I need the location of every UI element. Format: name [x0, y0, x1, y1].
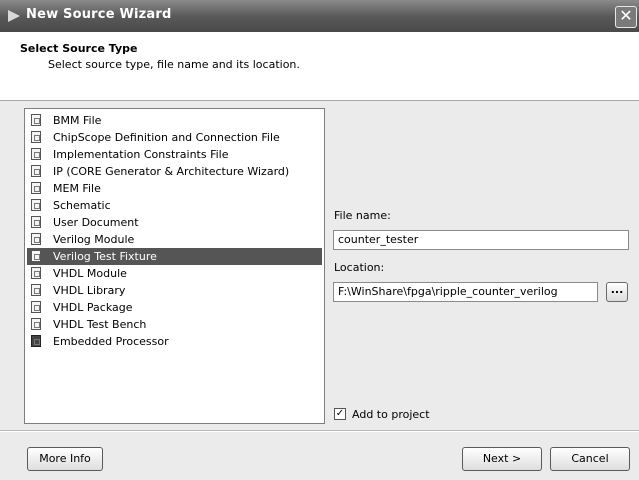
embedded-processor-icon — [31, 335, 41, 347]
next-button[interactable]: Next > — [462, 447, 542, 471]
wizard-header: Select Source Type Select source type, f… — [0, 32, 639, 101]
add-to-project-checkbox[interactable]: ✓ — [334, 408, 346, 420]
source-type-label: Implementation Constraints File — [53, 148, 229, 161]
verilog-test-fixture-icon — [31, 250, 41, 262]
source-type-label: Schematic — [53, 199, 111, 212]
source-type-label: VHDL Test Bench — [53, 318, 147, 331]
more-info-button[interactable]: More Info — [27, 447, 103, 471]
source-type-label: Embedded Processor — [53, 335, 169, 348]
chipscope-icon — [31, 131, 41, 143]
wizard-arrow-icon — [8, 10, 20, 22]
source-type-item[interactable]: VHDL Module — [27, 265, 322, 282]
source-type-label: VHDL Module — [53, 267, 127, 280]
source-type-item[interactable]: VHDL Test Bench — [27, 316, 322, 333]
source-type-label: User Document — [53, 216, 139, 229]
verilog-module-icon — [31, 233, 41, 245]
vhdl-library-icon — [31, 284, 41, 296]
source-type-label: Verilog Test Fixture — [53, 250, 157, 263]
source-type-list[interactable]: BMM File ChipScope Definition and Connect… — [24, 108, 325, 424]
schematic-icon — [31, 199, 41, 211]
location-input[interactable]: F:\WinShare\fpga\ripple_counter_verilog — [333, 282, 598, 302]
source-type-item[interactable]: User Document — [27, 214, 322, 231]
source-type-item[interactable]: VHDL Library — [27, 282, 322, 299]
file-name-input[interactable]: counter_tester — [333, 230, 629, 250]
close-button[interactable]: ✕ — [615, 6, 637, 28]
vhdl-test-bench-icon — [31, 318, 41, 330]
source-type-item[interactable]: Implementation Constraints File — [27, 146, 322, 163]
page-title: Select Source Type — [20, 42, 138, 55]
source-type-label: VHDL Library — [53, 284, 126, 297]
source-type-item[interactable]: MEM File — [27, 180, 322, 197]
new-source-wizard-dialog: New Source Wizard ✕ Select Source Type S… — [0, 0, 639, 480]
source-type-label: ChipScope Definition and Connection File — [53, 131, 280, 144]
source-type-item[interactable]: Schematic — [27, 197, 322, 214]
document-icon — [31, 216, 41, 228]
source-type-item[interactable]: VHDL Package — [27, 299, 322, 316]
add-to-project-label[interactable]: Add to project — [352, 408, 430, 421]
title-bar: New Source Wizard ✕ — [0, 0, 639, 32]
constraints-file-icon — [31, 148, 41, 160]
source-type-label: Verilog Module — [53, 233, 135, 246]
source-type-item[interactable]: Verilog Test Fixture — [27, 248, 322, 265]
browse-button[interactable]: ... — [606, 282, 628, 302]
footer-divider — [0, 430, 639, 432]
cancel-button[interactable]: Cancel — [550, 447, 630, 471]
ip-core-icon — [31, 165, 41, 177]
mem-file-icon — [31, 182, 41, 194]
source-type-label: VHDL Package — [53, 301, 133, 314]
file-name-label: File name: — [334, 209, 391, 222]
source-type-label: BMM File — [53, 114, 102, 127]
window-title: New Source Wizard — [26, 7, 172, 22]
source-type-item[interactable]: ChipScope Definition and Connection File — [27, 129, 322, 146]
source-type-item[interactable]: BMM File — [27, 112, 322, 129]
source-type-label: MEM File — [53, 182, 101, 195]
source-type-label: IP (CORE Generator & Architecture Wizard… — [53, 165, 290, 178]
bmm-file-icon — [31, 114, 41, 126]
location-label: Location: — [334, 261, 385, 274]
page-subtitle: Select source type, file name and its lo… — [48, 58, 300, 71]
vhdl-package-icon — [31, 301, 41, 313]
source-type-item[interactable]: Embedded Processor — [27, 333, 322, 350]
source-type-item[interactable]: IP (CORE Generator & Architecture Wizard… — [27, 163, 322, 180]
vhdl-module-icon — [31, 267, 41, 279]
source-type-item[interactable]: Verilog Module — [27, 231, 322, 248]
